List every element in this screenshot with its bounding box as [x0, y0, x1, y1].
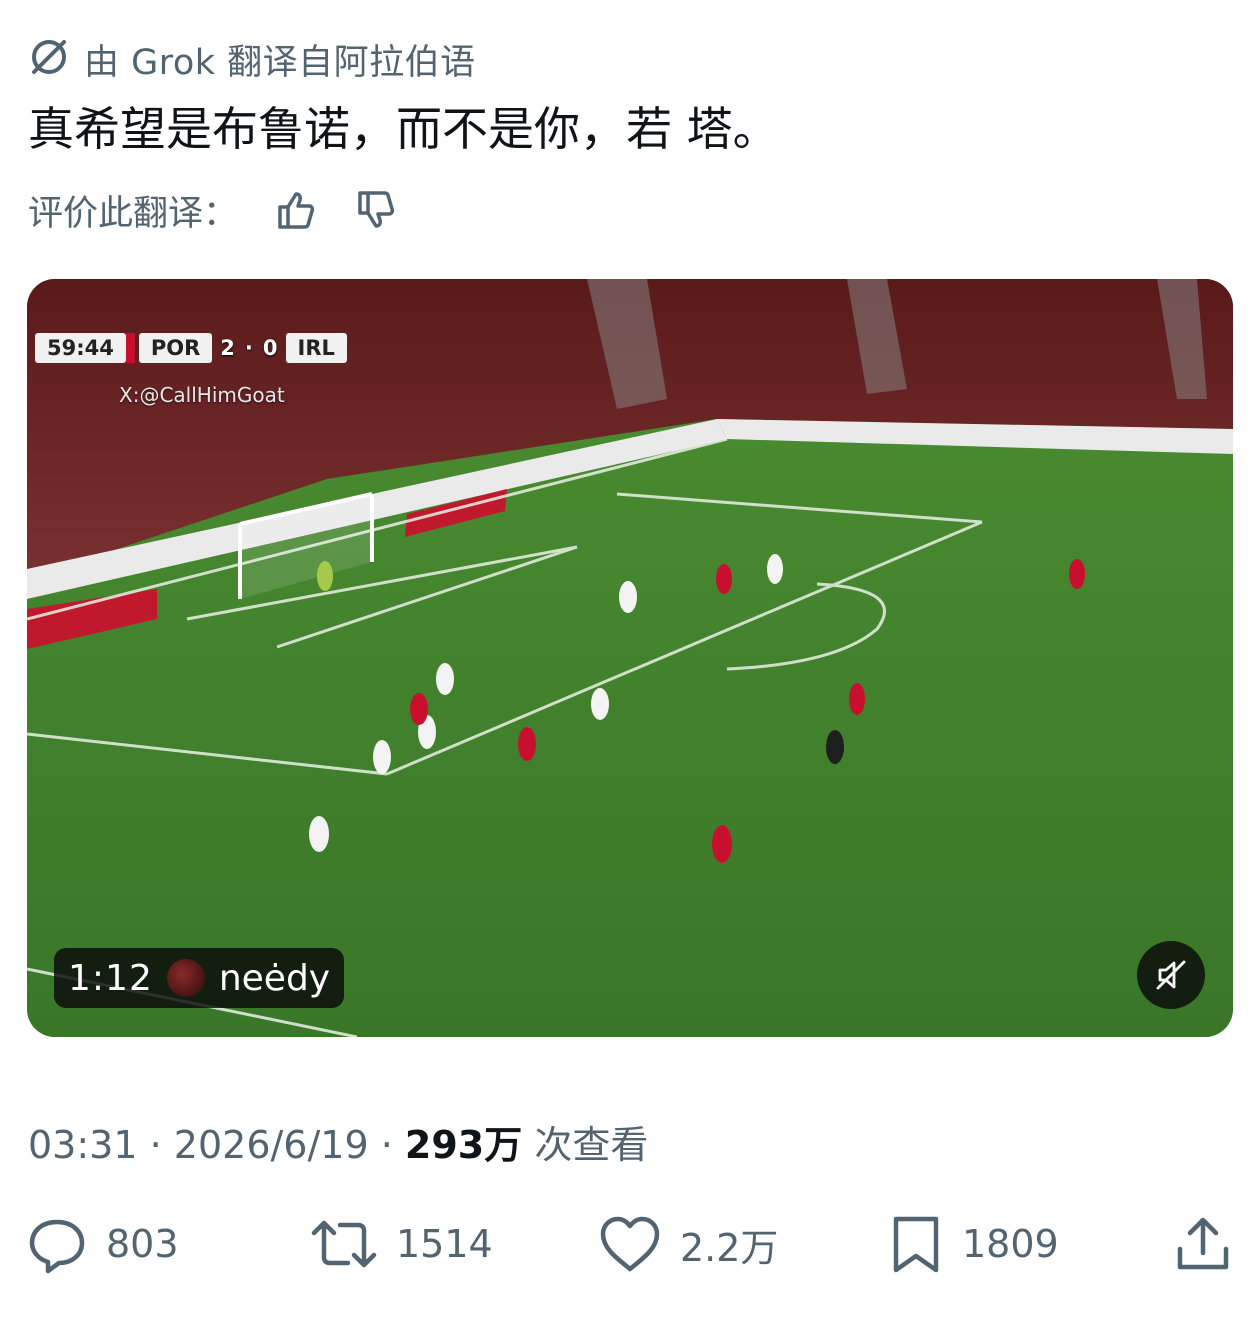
thumbs-down-button[interactable]	[350, 184, 402, 236]
translation-header: 由 Grok 翻译自阿拉伯语	[28, 36, 476, 83]
mute-button[interactable]	[1137, 941, 1205, 1009]
away-team: IRL	[285, 333, 347, 363]
share-icon	[1177, 1217, 1229, 1270]
share-button[interactable]	[1170, 1206, 1236, 1282]
uploader-name: neėdy	[218, 957, 331, 999]
bookmark-icon	[893, 1216, 939, 1273]
view-count: 293万	[404, 1123, 523, 1167]
post-date[interactable]: 2026/6/19	[174, 1123, 369, 1167]
reply-count: 803	[106, 1222, 179, 1266]
rate-translation-label: 评价此翻译：	[28, 193, 239, 234]
thumbs-up-icon	[278, 192, 315, 229]
video-duration: 1:12	[68, 957, 153, 999]
like-count: 2.2万	[680, 1225, 779, 1270]
scorebug: 59:44 POR 2 · 0 IRL	[35, 331, 347, 365]
thumbs-down-icon	[358, 191, 395, 228]
repost-count: 1514	[396, 1222, 493, 1266]
reply-icon	[29, 1219, 85, 1274]
thumbs-up-button[interactable]	[270, 184, 322, 236]
away-score: 0	[262, 336, 278, 360]
like-button[interactable]: 2.2万	[598, 1206, 778, 1282]
view-count-label: 次查看	[534, 1123, 649, 1167]
score-divider: ·	[244, 336, 253, 360]
tweet-text: 真希望是布鲁诺，而不是你，若 塔。	[28, 102, 779, 156]
reply-button[interactable]: 803	[26, 1206, 179, 1282]
meta-separator: ·	[149, 1123, 162, 1167]
translate-icon	[28, 36, 70, 82]
mute-icon	[1156, 960, 1186, 990]
video-info-pill: 1:12 neėdy	[54, 948, 345, 1008]
post-time[interactable]: 03:31	[28, 1123, 138, 1167]
rate-translation-row: 评价此翻译：	[28, 184, 402, 236]
meta-separator: ·	[380, 1123, 393, 1167]
repost-icon	[311, 1220, 377, 1268]
tweet-meta: 03:31 · 2026/6/19 · 293万 次查看	[28, 1114, 648, 1169]
uploader-avatar	[166, 959, 205, 997]
video-player[interactable]: 59:44 POR 2 · 0 IRL X:@CallHimGoat 1:12 …	[27, 279, 1233, 1037]
match-clock: 59:44	[35, 333, 126, 363]
heart-icon	[600, 1216, 660, 1272]
bookmark-button[interactable]: 1809	[888, 1206, 1059, 1282]
video-watermark: X:@CallHimGoat	[119, 383, 285, 407]
home-team-color	[125, 333, 135, 363]
home-team: POR	[138, 333, 213, 363]
bookmark-count: 1809	[962, 1222, 1059, 1266]
repost-button[interactable]: 1514	[310, 1206, 493, 1282]
home-score: 2	[220, 336, 235, 360]
translation-source-label: 由 Grok 翻译自阿拉伯语	[84, 42, 476, 83]
